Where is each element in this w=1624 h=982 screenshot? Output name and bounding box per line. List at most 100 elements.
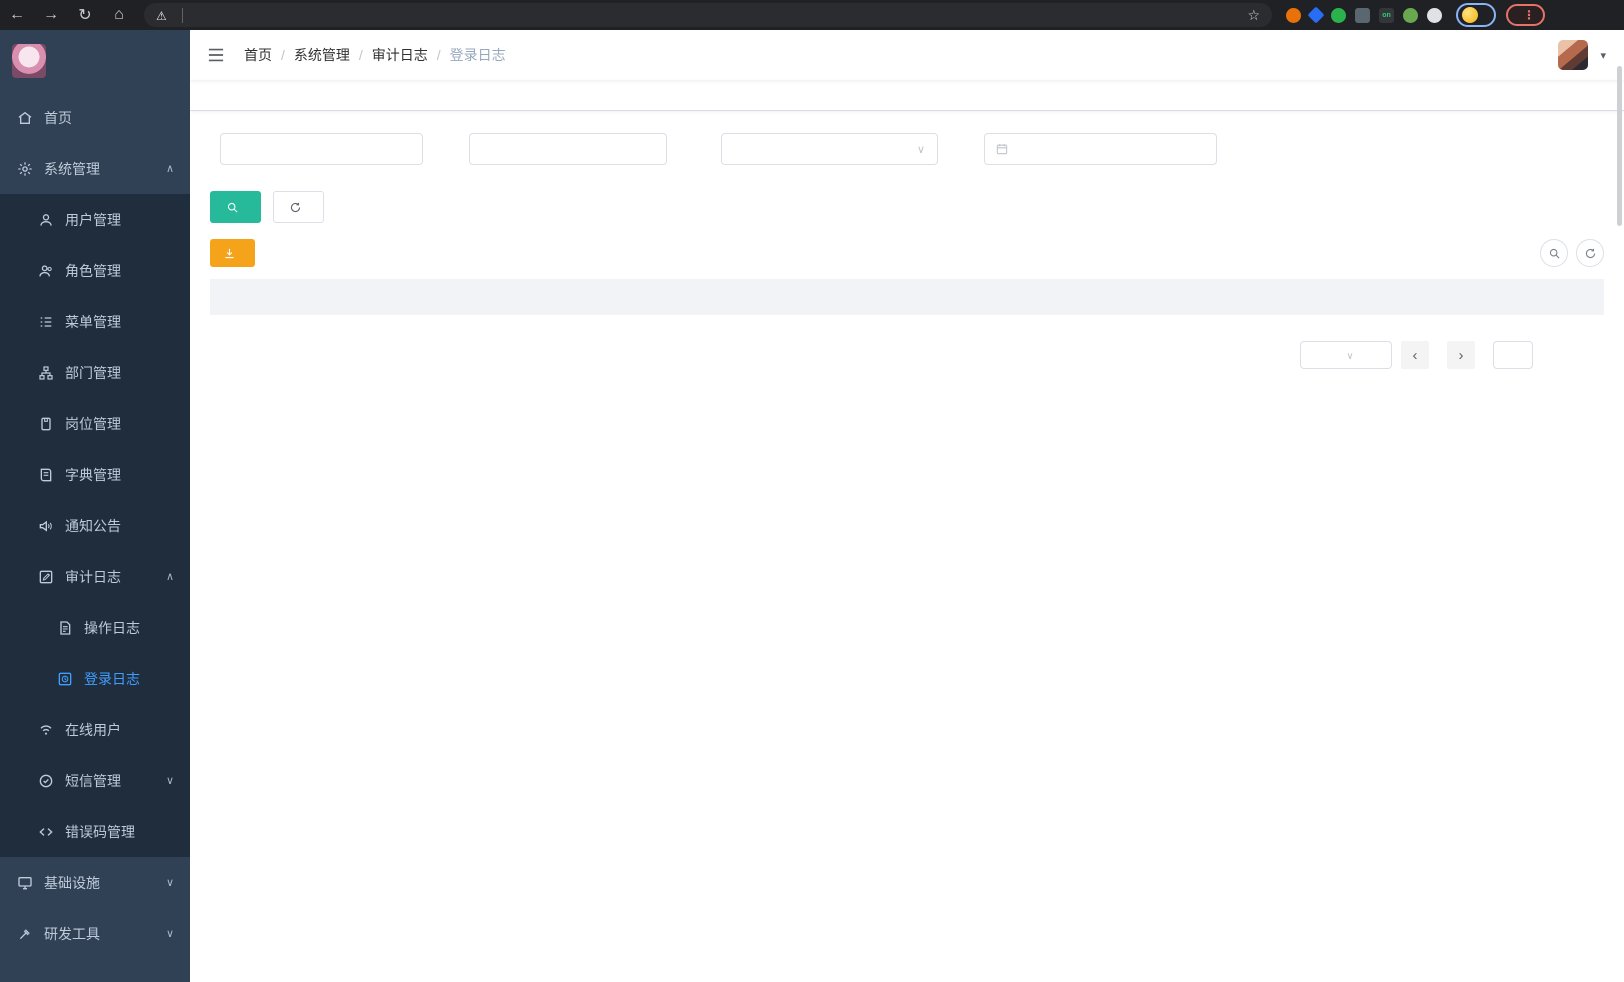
toggle-search-button[interactable]: [1540, 239, 1568, 267]
chevron-icon: [166, 162, 174, 175]
browser-home-icon[interactable]: [102, 6, 136, 24]
infra-icon: [17, 875, 33, 891]
extension-icon[interactable]: [1355, 8, 1370, 23]
sidebar-menu-item[interactable]: 角色管理: [0, 245, 190, 296]
tools-icon: [17, 926, 33, 942]
loginlog-icon: [57, 671, 73, 687]
extension-icon[interactable]: [1331, 8, 1346, 23]
browser-back-icon[interactable]: [0, 6, 34, 24]
sidebar-menu-item[interactable]: 岗位管理: [0, 398, 190, 449]
calendar-icon: [995, 142, 1009, 156]
menu-item-label: 登录日志: [84, 669, 140, 689]
sidebar-menu-item[interactable]: 首页: [0, 92, 190, 143]
home-icon: [17, 110, 33, 126]
menu-item-label: 部门管理: [65, 363, 121, 383]
code-icon: [38, 824, 54, 840]
download-icon: [223, 247, 236, 260]
sidebar-menu-item[interactable]: 用户管理: [0, 194, 190, 245]
extension-icon[interactable]: [1308, 7, 1325, 24]
breadcrumb-item[interactable]: 系统管理: [294, 45, 372, 65]
chevron-down-icon: [917, 143, 925, 156]
menu-item-label: 研发工具: [44, 924, 100, 944]
sidebar-menu-item[interactable]: 菜单管理: [0, 296, 190, 347]
browser-forward-icon[interactable]: [34, 6, 68, 24]
dept-icon: [38, 365, 54, 381]
date-range-picker[interactable]: [984, 133, 1217, 165]
username-input[interactable]: [469, 133, 667, 165]
refresh-table-button[interactable]: [1576, 239, 1604, 267]
sidebar-menu-item[interactable]: 短信管理: [0, 755, 190, 806]
extension-icon[interactable]: [1403, 8, 1418, 23]
sidebar-menu-item[interactable]: 操作日志: [0, 602, 190, 653]
prev-page-button[interactable]: [1401, 341, 1429, 369]
goto-page-input[interactable]: [1493, 341, 1533, 369]
hamburger-icon[interactable]: [206, 45, 226, 65]
menu-item-label: 字典管理: [65, 465, 121, 485]
sidebar-menu-item[interactable]: 错误码管理: [0, 806, 190, 857]
menu-item-label: 操作日志: [84, 618, 140, 638]
notice-icon: [38, 518, 54, 534]
breadcrumb-item[interactable]: 登录日志: [450, 45, 506, 65]
next-page-button[interactable]: [1447, 341, 1475, 369]
browser-profile-chip[interactable]: [1456, 3, 1496, 27]
extension-icon[interactable]: on: [1379, 8, 1394, 23]
menu-item-label: 菜单管理: [65, 312, 121, 332]
reset-button[interactable]: [273, 191, 324, 223]
chevron-icon: [166, 876, 174, 889]
search-actions: [210, 191, 1604, 223]
export-button[interactable]: [210, 239, 255, 267]
browser-reload-icon[interactable]: [68, 5, 102, 25]
breadcrumb: 首页系统管理审计日志登录日志: [244, 45, 506, 65]
refresh-icon: [1584, 247, 1597, 260]
menu-item-label: 短信管理: [65, 771, 121, 791]
chevron-icon: [166, 570, 174, 583]
bookmark-star-icon[interactable]: [1247, 7, 1260, 24]
sidebar-menu: 首页 系统管理 用户管理 角色管理 菜单: [0, 92, 190, 959]
extension-icon[interactable]: [1286, 8, 1301, 23]
scrollbar[interactable]: [1617, 66, 1622, 226]
menu-icon: [38, 314, 54, 330]
url-bar[interactable]: [144, 3, 1272, 27]
sidebar-menu-item[interactable]: 字典管理: [0, 449, 190, 500]
search-button[interactable]: [210, 191, 261, 223]
pagination: [210, 341, 1604, 369]
extension-badge: on: [1382, 12, 1391, 19]
menu-item-label: 通知公告: [65, 516, 121, 536]
main-area: 首页系统管理审计日志登录日志: [190, 30, 1624, 982]
breadcrumb-item[interactable]: 审计日志: [372, 45, 450, 65]
post-icon: [38, 416, 54, 432]
caret-down-icon[interactable]: [1600, 49, 1606, 62]
sidebar-menu-item[interactable]: 审计日志: [0, 551, 190, 602]
status-select[interactable]: [721, 133, 938, 165]
chevron-icon: [166, 774, 174, 787]
kebab-menu-icon[interactable]: [1523, 8, 1535, 22]
app-logo-row[interactable]: [0, 30, 190, 92]
browser-update-button[interactable]: [1506, 4, 1545, 26]
sidebar-menu-item[interactable]: 登录日志: [0, 653, 190, 704]
breadcrumb-item[interactable]: 首页: [244, 45, 294, 65]
user-avatar[interactable]: [1558, 40, 1588, 70]
menu-item-label: 审计日志: [65, 567, 121, 587]
menu-item-label: 角色管理: [65, 261, 121, 281]
sidebar-menu-item[interactable]: 基础设施: [0, 857, 190, 908]
chevron-icon: [166, 927, 174, 940]
table-toolbar: [210, 239, 1604, 267]
sidebar-menu-item[interactable]: 研发工具: [0, 908, 190, 959]
sidebar-menu-item[interactable]: 部门管理: [0, 347, 190, 398]
sidebar-menu-item[interactable]: 通知公告: [0, 500, 190, 551]
profile-avatar-icon: [1462, 7, 1478, 23]
table-tools: [1540, 239, 1604, 267]
security-chip[interactable]: [156, 8, 183, 23]
role-icon: [38, 263, 54, 279]
sidebar-menu-item[interactable]: 在线用户: [0, 704, 190, 755]
online-icon: [38, 722, 54, 738]
menu-item-label: 用户管理: [65, 210, 121, 230]
menu-item-label: 系统管理: [44, 159, 100, 179]
login-address-input[interactable]: [220, 133, 423, 165]
sidebar-menu-item[interactable]: 系统管理: [0, 143, 190, 194]
search-icon: [1548, 247, 1561, 260]
table-header: [210, 279, 1604, 315]
page-size-select[interactable]: [1300, 341, 1392, 369]
refresh-icon: [289, 201, 302, 214]
extension-icon[interactable]: [1427, 8, 1442, 23]
